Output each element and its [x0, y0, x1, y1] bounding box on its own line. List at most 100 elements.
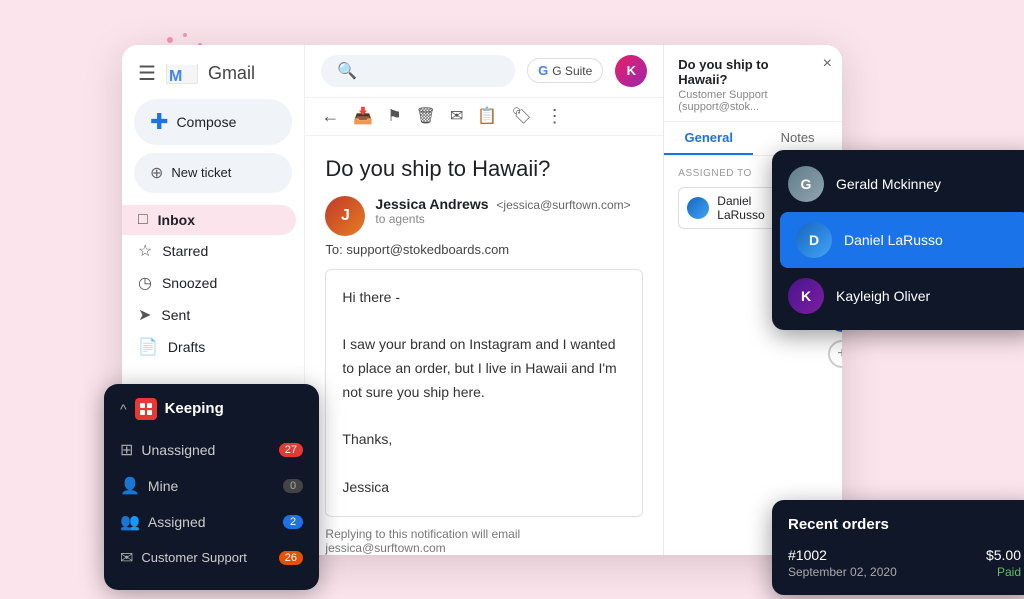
keeping-logo-icon [135, 398, 157, 420]
search-input[interactable] [365, 63, 499, 79]
starred-label: Starred [162, 243, 208, 259]
mail-icon[interactable]: ✉ [450, 106, 463, 126]
assigned-avatar [687, 197, 709, 219]
email-toolbar: ← 📥 ⚑ 🗑 ✉ 📋 🏷 ⋮ [305, 98, 663, 136]
new-ticket-plus-icon: ⊕ [150, 163, 163, 183]
user-avatar[interactable]: K [615, 55, 647, 87]
layers-icon: ⊞ [120, 440, 133, 460]
agent-item-daniel[interactable]: D Daniel LaRusso [780, 212, 1024, 268]
sidebar-item-sent[interactable]: ➤ Sent [122, 299, 304, 331]
order-status: Paid [986, 565, 1021, 579]
sender-name: Jessica Andrews [375, 196, 488, 212]
body-line-2: I saw your brand on Instagram and I want… [342, 333, 626, 404]
body-line-3: Thanks, [342, 428, 626, 452]
keeping-item-unassigned[interactable]: ⊞ Unassigned 27 [104, 432, 319, 468]
sidebar-item-snoozed[interactable]: ◷ Snoozed [122, 267, 304, 299]
snooze-icon[interactable]: 📋 [477, 106, 497, 126]
to-address: To: support@stokedboards.com [325, 242, 643, 257]
gerald-avatar: G [788, 166, 824, 202]
customer-support-badge: 26 [279, 551, 303, 565]
assigned-label: Assigned [148, 514, 275, 530]
email-body-box: Hi there - I saw your brand on Instagram… [325, 269, 643, 517]
panel-subtitle: Customer Support (support@stok... [678, 89, 828, 113]
order-date: September 02, 2020 [788, 565, 897, 579]
sent-label: Sent [161, 307, 190, 323]
email-subject: Do you ship to Hawaii? [325, 156, 643, 182]
snoozed-label: Snoozed [162, 275, 217, 291]
daniel-name: Daniel LaRusso [844, 232, 943, 248]
search-bar[interactable]: 🔍 [321, 55, 515, 87]
gsuite-g-icon: G [538, 63, 548, 78]
clock-icon: ◷ [138, 273, 152, 293]
sidebar-item-starred[interactable]: ☆ Starred [122, 235, 304, 267]
order-id: #1002 [788, 547, 897, 563]
gsuite-label: G Suite [552, 64, 592, 78]
panel-title: Do you ship to Hawaii? [678, 57, 828, 87]
panel-header: Do you ship to Hawaii? Customer Support … [664, 45, 842, 122]
mail-icon: ✉ [120, 548, 133, 568]
delete-icon[interactable]: 🗑 [416, 106, 436, 126]
agent-item-gerald[interactable]: G Gerald Mckinney [772, 156, 1024, 212]
sender-email: <jessica@surftown.com> [496, 198, 630, 212]
gmail-text: Gmail [208, 63, 255, 84]
sender-avatar: J [325, 196, 365, 236]
agent-item-kayleigh[interactable]: K Kayleigh Oliver [772, 268, 1024, 324]
keeping-item-mine[interactable]: 👤 Mine 0 [104, 468, 319, 504]
tab-general[interactable]: General [664, 122, 753, 155]
draft-icon: 📄 [138, 337, 158, 357]
hamburger-icon[interactable]: ☰ [138, 61, 156, 86]
gmail-content: 🔍 G G Suite K ← 📥 ⚑ 🗑 [305, 45, 663, 555]
star-icon: ☆ [138, 241, 152, 261]
mine-label: Mine [148, 478, 275, 494]
top-bar: 🔍 G G Suite K [305, 45, 663, 98]
archive-icon[interactable]: 📥 [353, 106, 373, 126]
more-icon[interactable]: ⋮ [546, 106, 564, 127]
keeping-title: Keeping [165, 400, 224, 417]
gmail-logo: M [164, 61, 200, 87]
agents-dropdown: G Gerald Mckinney D Daniel LaRusso K Kay… [772, 150, 1024, 330]
kayleigh-name: Kayleigh Oliver [836, 288, 930, 304]
order-right: $5.00 Paid [986, 547, 1021, 579]
gmail-header: ☰ M [122, 57, 304, 99]
sidebar-item-inbox[interactable]: □ Inbox [122, 205, 296, 235]
unassigned-label: Unassigned [141, 442, 270, 458]
mine-badge: 0 [283, 479, 303, 493]
people-icon: 👥 [120, 512, 140, 532]
gerald-name: Gerald Mckinney [836, 176, 941, 192]
kayleigh-avatar: K [788, 278, 824, 314]
orders-title: Recent orders [788, 516, 1021, 533]
keeping-header: ^ Keeping [104, 398, 319, 432]
badge-plus[interactable]: + [828, 340, 842, 368]
notification-text: Replying to this notification will email… [325, 527, 643, 555]
sidebar-item-drafts[interactable]: 📄 Drafts [122, 331, 304, 363]
order-left: #1002 September 02, 2020 [788, 547, 897, 579]
new-ticket-button[interactable]: ⊕ New ticket [134, 153, 292, 193]
label-icon[interactable]: 🏷 [511, 106, 531, 126]
orders-card: Recent orders #1002 September 02, 2020 $… [772, 500, 1024, 595]
keeping-icon-svg [139, 402, 153, 416]
report-icon[interactable]: ⚑ [387, 106, 401, 126]
drafts-label: Drafts [168, 339, 205, 355]
compose-plus-icon: ✚ [150, 111, 168, 133]
sender-name-row: Jessica Andrews <jessica@surftown.com> [375, 196, 630, 212]
order-amount: $5.00 [986, 547, 1021, 563]
gsuite-badge: G G Suite [527, 58, 603, 83]
send-icon: ➤ [138, 305, 151, 325]
sender-to: to agents [375, 212, 630, 226]
body-line-4: Jessica [342, 476, 626, 500]
customer-support-label: Customer Support [141, 550, 270, 565]
keeping-item-customer-support[interactable]: ✉ Customer Support 26 [104, 540, 319, 576]
back-icon[interactable]: ← [321, 106, 339, 127]
person-icon: 👤 [120, 476, 140, 496]
keeping-item-assigned[interactable]: 👥 Assigned 2 [104, 504, 319, 540]
inbox-icon: □ [138, 211, 148, 229]
unassigned-badge: 27 [279, 443, 303, 457]
compose-button[interactable]: ✚ Compose [134, 99, 292, 145]
inbox-label: Inbox [158, 212, 195, 228]
body-line-1: Hi there - [342, 286, 626, 310]
close-icon[interactable]: × [823, 55, 832, 73]
keeping-chevron-up[interactable]: ^ [120, 401, 127, 417]
keeping-sidebar: ^ Keeping ⊞ Unassigned 27 [104, 384, 319, 590]
sender-row: J Jessica Andrews <jessica@surftown.com>… [325, 196, 643, 236]
email-body-container: Do you ship to Hawaii? J Jessica Andrews… [305, 136, 663, 555]
